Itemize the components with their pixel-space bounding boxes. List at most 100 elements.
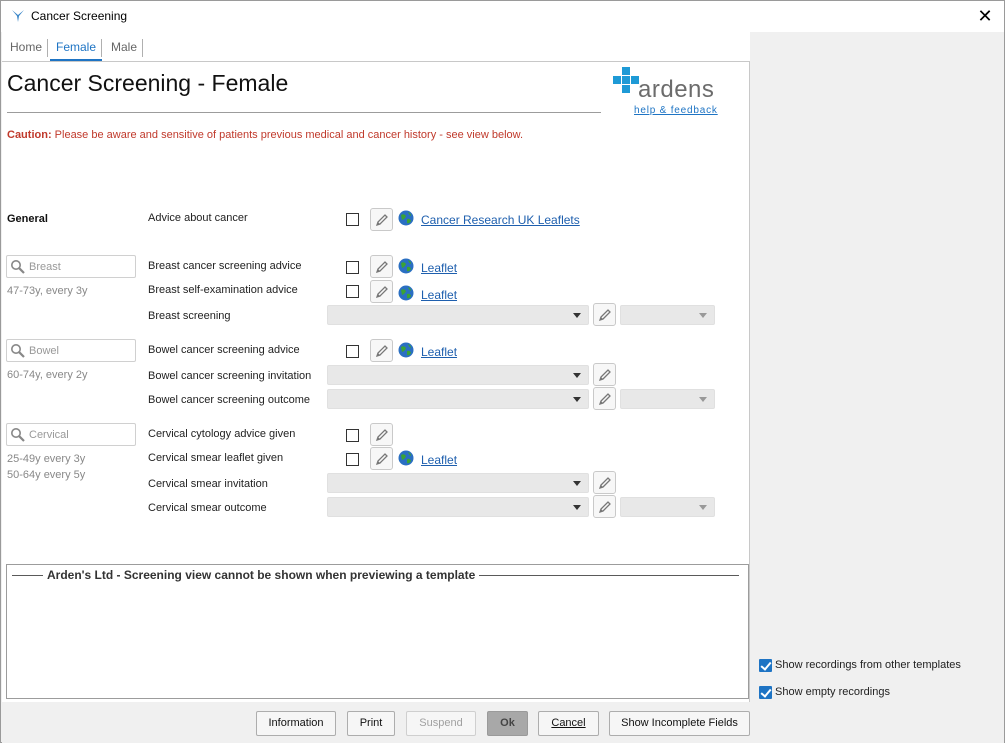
show-incomplete-fields-button[interactable]: Show Incomplete Fields	[609, 711, 750, 736]
ardens-cross-icon	[613, 67, 639, 93]
bowel-outcome-dropdown[interactable]	[327, 389, 589, 409]
chevron-down-icon	[699, 505, 707, 510]
pencil-icon[interactable]	[593, 471, 616, 494]
globe-icon	[398, 258, 414, 274]
globe-icon	[398, 342, 414, 358]
pencil-icon[interactable]	[370, 208, 393, 231]
chevron-down-icon	[573, 397, 581, 402]
cancel-button[interactable]: Cancel	[538, 711, 599, 736]
title-divider	[7, 112, 601, 113]
pencil-icon[interactable]	[593, 303, 616, 326]
pencil-icon[interactable]	[593, 363, 616, 386]
breast-advice-leaflet-link[interactable]: Leaflet	[421, 261, 457, 275]
cervical-search-placeholder: Cervical	[29, 429, 69, 441]
pencil-icon[interactable]	[370, 339, 393, 362]
close-icon[interactable]: ✕	[974, 6, 996, 26]
breast-self-exam-leaflet-link[interactable]: Leaflet	[421, 288, 457, 302]
pencil-icon[interactable]	[370, 423, 393, 446]
advice-about-cancer-checkbox[interactable]	[346, 213, 359, 226]
suspend-button[interactable]: Suspend	[406, 711, 476, 736]
caution-message: Caution: Please be aware and sensitive o…	[7, 129, 523, 141]
bowel-outcome-value-dropdown[interactable]	[620, 389, 715, 409]
breast-search-input[interactable]: Breast	[6, 255, 136, 278]
globe-icon	[398, 210, 414, 226]
cancer-research-leaflets-link[interactable]: Cancer Research UK Leaflets	[421, 213, 580, 227]
footer-bar: Information Print Suspend Ok Cancel Show…	[2, 702, 1004, 743]
bowel-screening-advice-checkbox[interactable]	[346, 345, 359, 358]
cervical-age-hint-2: 50-64y every 5y	[7, 469, 86, 481]
tab-home[interactable]: Home	[4, 39, 49, 59]
screening-view-panel: Arden's Ltd - Screening view cannot be s…	[6, 564, 749, 699]
breast-screening-label: Breast screening	[148, 310, 231, 322]
breast-search-placeholder: Breast	[29, 261, 61, 273]
pencil-icon[interactable]	[593, 495, 616, 518]
checkbox-checked-icon[interactable]	[759, 686, 772, 699]
search-icon	[11, 260, 25, 274]
help-feedback-link[interactable]: help & feedback	[634, 105, 718, 116]
caution-text: Please be aware and sensitive of patient…	[51, 129, 524, 141]
cervical-search-input[interactable]: Cervical	[6, 423, 136, 446]
chevron-down-icon	[573, 373, 581, 378]
pencil-icon[interactable]	[370, 255, 393, 278]
breast-self-exam-label: Breast self-examination advice	[148, 284, 298, 296]
breast-screening-outcome-dropdown[interactable]	[620, 305, 715, 325]
pencil-icon[interactable]	[370, 280, 393, 303]
print-button[interactable]: Print	[347, 711, 395, 736]
chevron-down-icon	[573, 481, 581, 486]
chevron-down-icon	[699, 313, 707, 318]
chevron-down-icon	[699, 397, 707, 402]
bowel-invitation-dropdown[interactable]	[327, 365, 589, 385]
cancel-button-label: Cancel	[551, 717, 586, 729]
cervical-outcome-dropdown[interactable]	[327, 497, 589, 517]
general-heading: General	[7, 213, 48, 225]
breast-screening-dropdown[interactable]	[327, 305, 589, 325]
globe-icon	[398, 450, 414, 466]
title-bar: Cancer Screening ✕	[1, 1, 1004, 32]
tab-bar: Home Female Male	[2, 32, 750, 62]
view-panel-title: Arden's Ltd - Screening view cannot be s…	[43, 568, 480, 582]
pencil-icon[interactable]	[593, 387, 616, 410]
cervical-invitation-dropdown[interactable]	[327, 473, 589, 493]
bowel-invitation-label: Bowel cancer screening invitation	[148, 370, 312, 382]
information-button[interactable]: Information	[256, 711, 336, 736]
caution-label: Caution:	[7, 129, 52, 141]
bowel-search-input[interactable]: Bowel	[6, 339, 136, 362]
cervical-leaflet-link[interactable]: Leaflet	[421, 453, 457, 467]
chevron-down-icon	[573, 505, 581, 510]
tab-male[interactable]: Male	[105, 39, 144, 59]
cervical-leaflet-given-checkbox[interactable]	[346, 453, 359, 466]
page-title: Cancer Screening - Female	[7, 70, 289, 96]
bowel-search-placeholder: Bowel	[29, 345, 59, 357]
globe-icon	[398, 285, 414, 301]
cervical-cytology-checkbox[interactable]	[346, 429, 359, 442]
cervical-outcome-value-dropdown[interactable]	[620, 497, 715, 517]
breast-screening-advice-checkbox[interactable]	[346, 261, 359, 274]
show-other-templates-label: Show recordings from other templates	[775, 659, 961, 671]
bowel-outcome-label: Bowel cancer screening outcome	[148, 394, 311, 406]
chevron-down-icon	[573, 313, 581, 318]
bowel-advice-leaflet-link[interactable]: Leaflet	[421, 345, 457, 359]
window-title: Cancer Screening	[31, 9, 128, 23]
pencil-icon[interactable]	[370, 447, 393, 470]
show-empty-recordings-label: Show empty recordings	[775, 686, 890, 698]
cervical-leaflet-given-label: Cervical smear leaflet given	[148, 452, 284, 464]
cervical-outcome-label: Cervical smear outcome	[148, 502, 267, 514]
breast-screening-advice-label: Breast cancer screening advice	[148, 260, 302, 272]
search-icon	[11, 428, 25, 442]
app-icon	[12, 10, 24, 22]
template-pane: Home Female Male Cancer Screening - Fema…	[2, 32, 750, 702]
checkbox-checked-icon[interactable]	[759, 659, 772, 672]
dialog-window: Cancer Screening ✕ Home Female Male Canc…	[0, 0, 1005, 743]
breast-self-exam-checkbox[interactable]	[346, 285, 359, 298]
bowel-screening-advice-label: Bowel cancer screening advice	[148, 344, 300, 356]
ok-button[interactable]: Ok	[487, 711, 528, 736]
logo-text: ardens	[638, 76, 715, 103]
cervical-invitation-label: Cervical smear invitation	[148, 478, 268, 490]
cervical-age-hint-1: 25-49y every 3y	[7, 453, 86, 465]
breast-age-hint: 47-73y, every 3y	[7, 285, 88, 297]
bowel-age-hint: 60-74y, every 2y	[7, 369, 88, 381]
search-icon	[11, 344, 25, 358]
options-pane: Show recordings from other templates Sho…	[751, 32, 1004, 702]
tab-female[interactable]: Female	[50, 39, 103, 61]
advice-about-cancer-label: Advice about cancer	[148, 212, 248, 224]
